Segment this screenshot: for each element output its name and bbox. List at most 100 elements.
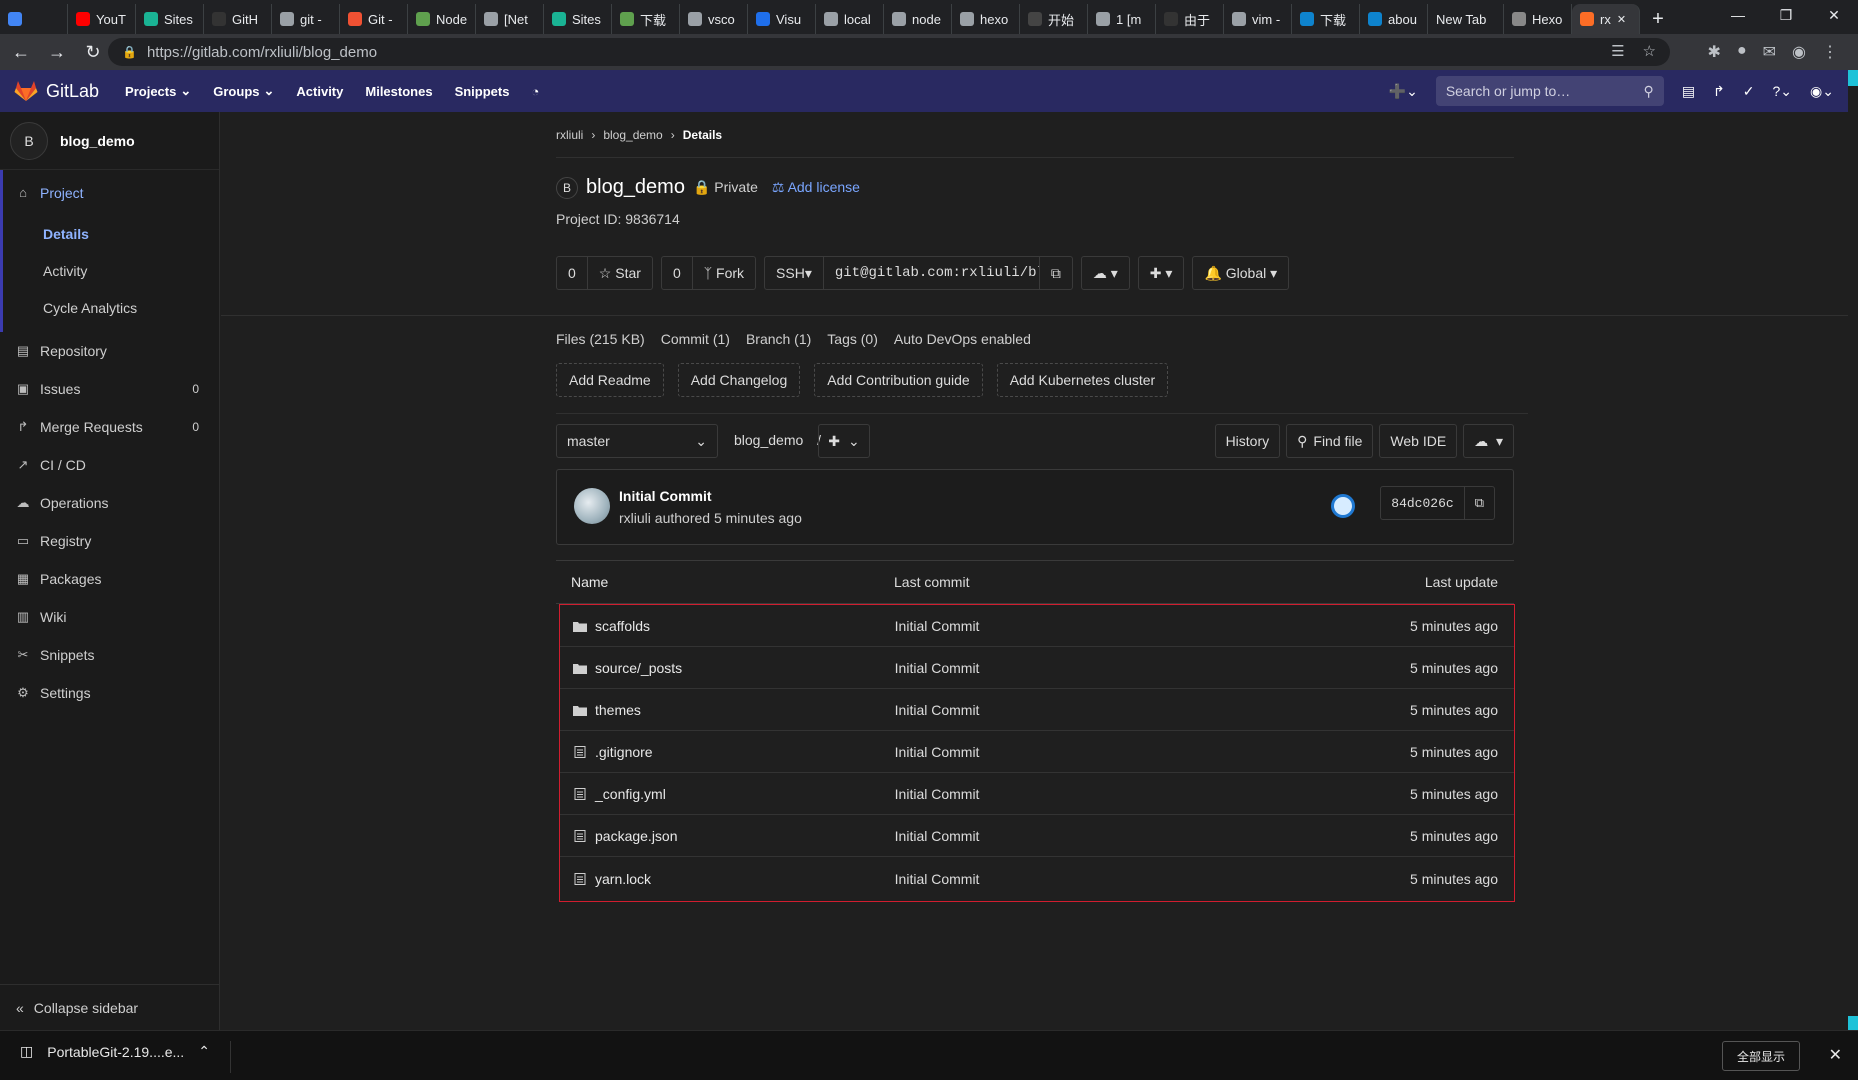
sidebar-item-snippets[interactable]: ✂ Snippets <box>0 636 219 674</box>
browser-tab[interactable]: New Tab <box>1428 4 1504 34</box>
nav-activity[interactable]: Activity <box>296 83 343 99</box>
table-row[interactable]: source/_posts Initial Commit 5 minutes ago <box>560 647 1514 689</box>
commit-title[interactable]: Initial Commit <box>619 488 712 504</box>
stat-files[interactable]: Files (215 KB) <box>556 331 645 347</box>
browser-tab[interactable]: hexo <box>952 4 1020 34</box>
add-license-link[interactable]: ⚖ Add license <box>772 179 860 196</box>
browser-tab[interactable]: Visu <box>748 4 816 34</box>
clone-protocol-dropdown[interactable]: SSH ▾ <box>765 257 824 289</box>
nav-projects[interactable]: Projects ⌄ <box>125 83 191 99</box>
star-button[interactable]: ☆ Star <box>588 257 652 289</box>
user-avatar-icon[interactable]: ◉⌄ <box>1810 83 1834 100</box>
download-dropdown[interactable]: ☁ ▾ <box>1080 256 1130 290</box>
nav-milestones[interactable]: Milestones <box>365 83 432 99</box>
sidebar-item-merge-requests[interactable]: ↱ Merge Requests 0 <box>0 408 219 446</box>
browser-tab[interactable]: 开始 <box>1020 4 1088 34</box>
nav-groups[interactable]: Groups ⌄ <box>213 83 274 99</box>
add-dropdown[interactable]: ✚ ▾ <box>1137 256 1185 290</box>
file-name-cell[interactable]: scaffolds <box>560 618 895 634</box>
back-icon[interactable]: ← <box>6 42 36 63</box>
download-dropdown[interactable]: ☁ ▾ <box>1463 424 1514 458</box>
todos-icon[interactable]: ✓ <box>1743 83 1755 100</box>
sidebar-sub-cycle-analytics[interactable]: Cycle Analytics <box>3 289 219 326</box>
search-input[interactable]: Search or jump to… ⚲ <box>1435 76 1664 106</box>
browser-tab[interactable]: rx ✕ <box>1572 4 1640 34</box>
pipeline-status-icon[interactable] <box>1331 494 1355 518</box>
file-name-cell[interactable]: source/_posts <box>560 660 895 676</box>
table-row[interactable]: _config.yml Initial Commit 5 minutes ago <box>560 773 1514 815</box>
browser-tab[interactable]: abou <box>1360 4 1428 34</box>
branch-select[interactable]: master ⌄ <box>556 424 718 458</box>
file-name-cell[interactable]: package.json <box>560 828 895 844</box>
path-root[interactable]: blog_demo <box>734 432 803 448</box>
reload-icon[interactable]: ↻ <box>78 42 108 63</box>
download-item[interactable]: ◫ PortableGit-2.19....e... ⌃ <box>20 1043 210 1060</box>
sidebar-item-wiki[interactable]: ▥ Wiki <box>0 598 219 636</box>
add-kubernetes-cluster-button[interactable]: Add Kubernetes cluster <box>996 363 1169 397</box>
chevron-up-icon[interactable]: ⌃ <box>198 1043 210 1060</box>
browser-tab[interactable]: Git - <box>340 4 408 34</box>
sidebar-item-issues[interactable]: ▣ Issues 0 <box>0 370 219 408</box>
sidebar-item-repository[interactable]: ▤ Repository <box>0 332 219 370</box>
last-commit-cell[interactable]: Initial Commit <box>895 618 1374 634</box>
sidebar-item-settings[interactable]: ⚙ Settings <box>0 674 219 712</box>
browser-tab[interactable]: 下载 <box>1292 4 1360 34</box>
menu-icon[interactable]: ⋮ <box>1822 42 1838 62</box>
clone-url-input[interactable]: git@gitlab.com:rxliuli/blog_demo.git <box>824 257 1040 289</box>
table-row[interactable]: .gitignore Initial Commit 5 minutes ago <box>560 731 1514 773</box>
find-file-button[interactable]: ⚲ Find file <box>1286 424 1374 458</box>
last-commit-cell[interactable]: Initial Commit <box>895 786 1374 802</box>
notification-dropdown[interactable]: 🔔 Global ▾ <box>1192 256 1290 290</box>
avatar[interactable] <box>574 488 610 524</box>
forward-icon[interactable]: → <box>42 42 72 63</box>
sidebar-item-project[interactable]: ⌂ Project <box>3 170 219 215</box>
browser-tab[interactable]: 下载 <box>612 4 680 34</box>
browser-tab[interactable]: 1 [m <box>1088 4 1156 34</box>
collapse-sidebar-button[interactable]: « Collapse sidebar <box>0 984 219 1030</box>
browser-tab[interactable]: node <box>884 4 952 34</box>
browser-tab[interactable]: git - <box>272 4 340 34</box>
sidebar-sub-activity[interactable]: Activity <box>3 252 219 289</box>
last-commit-cell[interactable]: Initial Commit <box>895 744 1374 760</box>
browser-tab[interactable]: Sites <box>544 4 612 34</box>
last-commit-cell[interactable]: Initial Commit <box>895 660 1374 676</box>
sidebar-project-header[interactable]: B blog_demo <box>0 112 219 170</box>
stat-commits[interactable]: Commit (1) <box>661 331 730 347</box>
browser-tab[interactable]: vim - <box>1224 4 1292 34</box>
commit-sha[interactable]: 84dc026c <box>1381 487 1465 519</box>
fork-count[interactable]: 0 <box>662 257 693 289</box>
restore-icon[interactable]: ❐ <box>1762 0 1810 30</box>
bookmark-star-icon[interactable]: ☆ <box>1643 42 1656 60</box>
dashboard-gauge-icon[interactable]: ◔ <box>531 83 539 99</box>
browser-tab[interactable]: Node <box>408 4 476 34</box>
close-icon[interactable]: ✕ <box>1829 1045 1842 1065</box>
browser-tab[interactable]: vsco <box>680 4 748 34</box>
last-commit-cell[interactable]: Initial Commit <box>895 828 1374 844</box>
browser-tab[interactable]: [Net <box>476 4 544 34</box>
sidebar-item-packages[interactable]: ▦ Packages <box>0 560 219 598</box>
file-name-cell[interactable]: yarn.lock <box>560 871 895 887</box>
help-icon[interactable]: ?⌄ <box>1773 83 1793 100</box>
history-button[interactable]: History <box>1214 424 1281 458</box>
file-name-cell[interactable]: themes <box>560 702 895 718</box>
fork-button[interactable]: ᛉ Fork <box>693 257 755 289</box>
gitlab-logo[interactable]: GitLab <box>14 80 99 102</box>
new-file-dropdown[interactable]: ✚ ⌄ <box>818 424 870 458</box>
last-commit-cell[interactable]: Initial Commit <box>895 702 1374 718</box>
sidebar-sub-details[interactable]: Details <box>3 215 219 252</box>
browser-tab[interactable]: Sites <box>136 4 204 34</box>
star-count[interactable]: 0 <box>557 257 588 289</box>
merge-request-icon[interactable]: ↱ <box>1713 83 1725 100</box>
browser-tab[interactable] <box>0 4 68 34</box>
add-contribution-guide-button[interactable]: Add Contribution guide <box>814 363 983 397</box>
breadcrumb-user[interactable]: rxliuli <box>556 128 583 142</box>
file-name-cell[interactable]: _config.yml <box>560 786 895 802</box>
translate-icon[interactable]: ☰ <box>1611 42 1624 60</box>
sidebar-item-operations[interactable]: ☁ Operations <box>0 484 219 522</box>
add-readme-button[interactable]: Add Readme <box>556 363 664 397</box>
show-all-button[interactable]: 全部显示 <box>1721 1041 1800 1071</box>
new-tab-icon[interactable]: + <box>1640 4 1676 34</box>
stat-autodevops[interactable]: Auto DevOps enabled <box>894 331 1031 347</box>
breadcrumb-project[interactable]: blog_demo <box>603 128 662 142</box>
browser-tab[interactable]: local <box>816 4 884 34</box>
